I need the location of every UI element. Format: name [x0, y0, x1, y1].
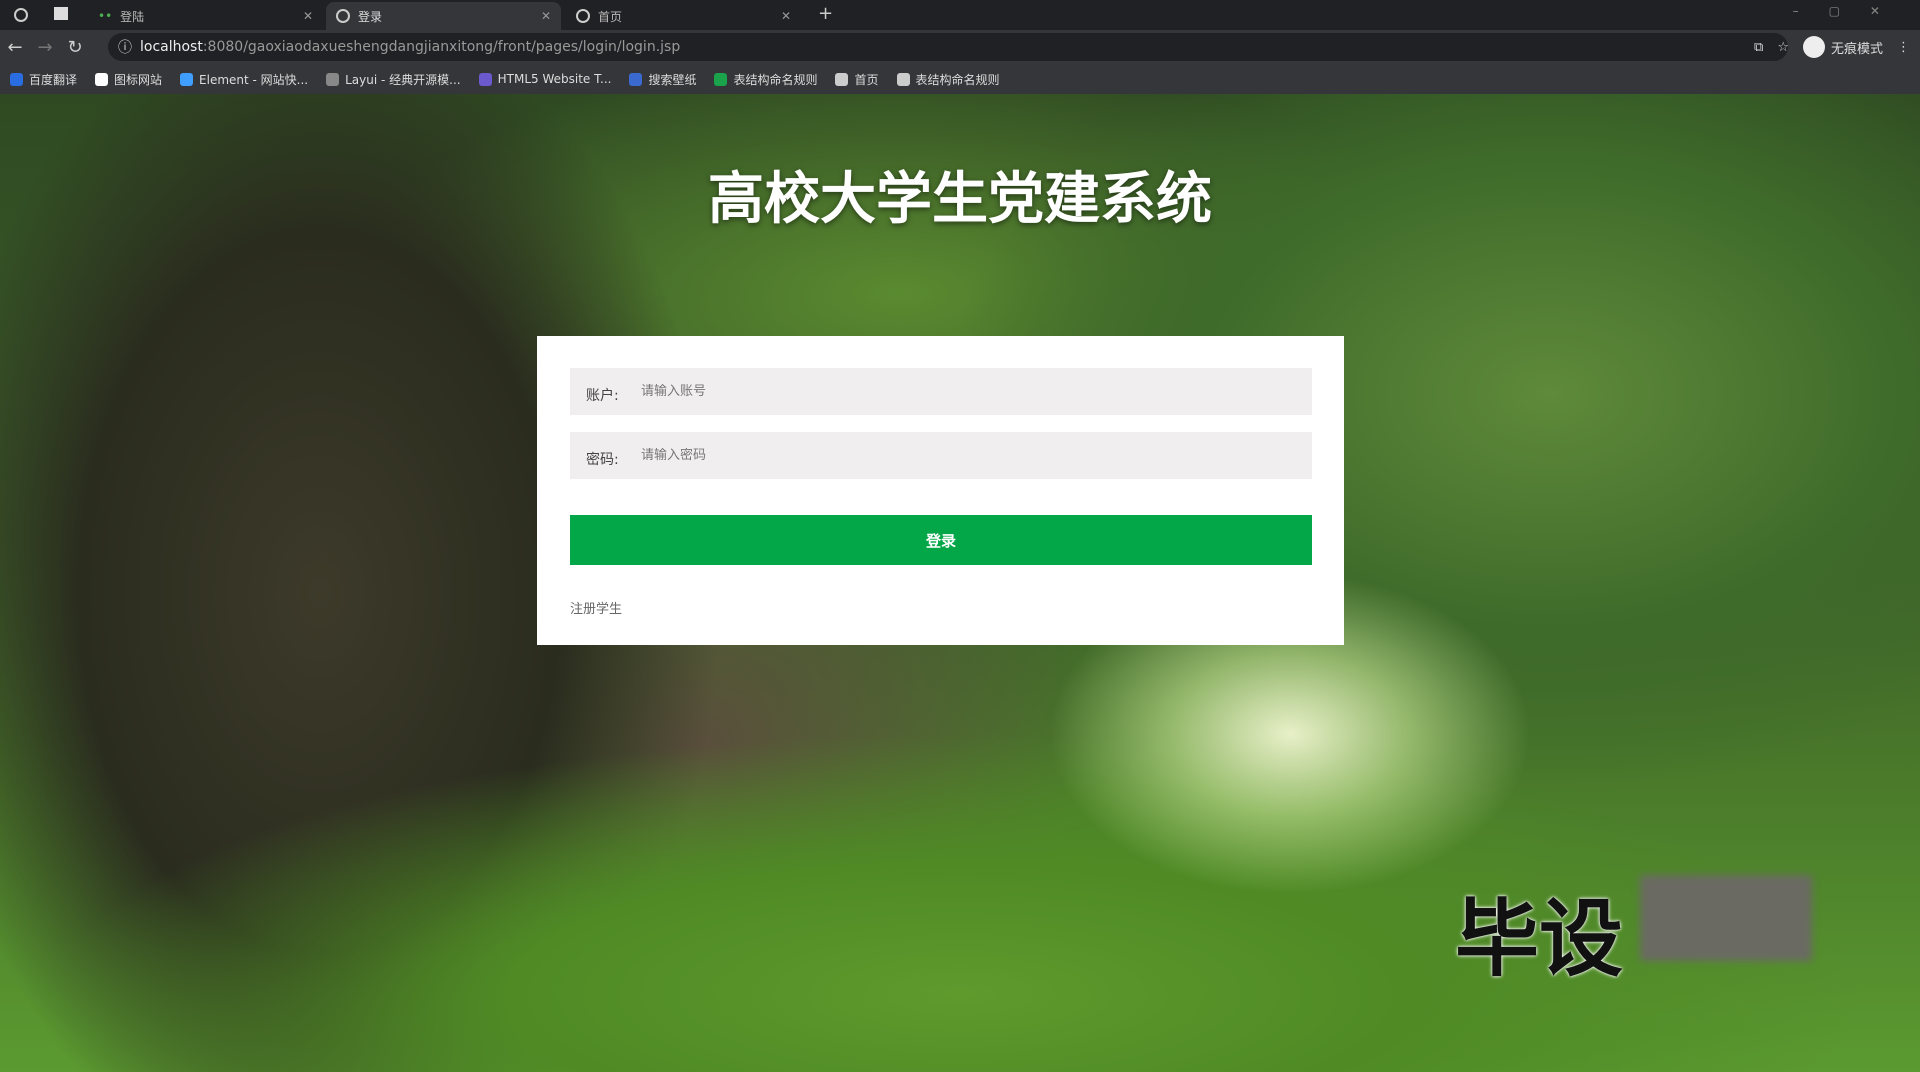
bookmark-label: 首页: [854, 72, 879, 87]
bookmark-icon: [95, 72, 109, 86]
bookmark-item[interactable]: 图标网站: [95, 71, 162, 88]
bookmark-item[interactable]: Layui - 经典开源模...: [326, 71, 461, 88]
bookmark-label: 百度翻译: [29, 72, 78, 87]
forward-icon[interactable]: →: [30, 37, 60, 58]
blurred-watermark: [1640, 875, 1812, 961]
account-input[interactable]: [641, 384, 1312, 399]
dots-icon: ••: [98, 9, 113, 23]
url-input[interactable]: ⓘ localhost:8080/gaoxiaodaxueshengdangji…: [108, 33, 1788, 61]
bookmark-icon: [326, 72, 340, 86]
password-input[interactable]: [641, 448, 1312, 463]
window-controls[interactable]: –▢✕: [1793, 4, 1910, 18]
tab-login-1[interactable]: •• 登陆 ✕: [88, 2, 323, 30]
close-tab-icon[interactable]: ✕: [303, 9, 313, 23]
menu-icon[interactable]: ⋮: [1897, 40, 1910, 55]
bookmark-icon: [478, 72, 492, 86]
bookmark-item[interactable]: Element - 网站快...: [180, 71, 308, 88]
bookmark-label: 图标网站: [114, 72, 163, 87]
bookmark-item[interactable]: 百度翻译: [10, 71, 77, 88]
bookmark-icon: [835, 72, 849, 86]
bookmark-icon: [180, 72, 194, 86]
globe-icon: [14, 8, 28, 22]
login-button[interactable]: 登录: [570, 515, 1312, 565]
translate-icon[interactable]: ⧉: [1754, 40, 1763, 55]
account-label: 账户:: [586, 387, 619, 404]
bookmark-label: 搜索壁纸: [648, 72, 697, 87]
close-tab-icon[interactable]: ✕: [781, 9, 791, 23]
register-student-link[interactable]: 注册学生: [570, 598, 622, 617]
globe-icon: [336, 9, 350, 23]
login-page: 高校大学生党建系统 账户: 密码: 登录 注册学生 毕设: [0, 94, 1920, 1072]
tab-home[interactable]: 首页 ✕: [566, 2, 801, 30]
password-field: 密码:: [570, 432, 1312, 479]
bookmarks-bar: 百度翻译 图标网站 Element - 网站快... Layui - 经典开源模...…: [0, 64, 1920, 94]
address-bar-row: ← → ↻ ⓘ localhost:8080/gaoxiaodaxuesheng…: [0, 30, 1920, 64]
bookmark-label: Element - 网站快...: [199, 72, 309, 87]
incognito-avatar[interactable]: [1802, 36, 1825, 58]
bookmark-label: 表结构命名规则: [733, 72, 818, 87]
page-title: 高校大学生党建系统: [708, 167, 1212, 232]
watermark: 毕设: [1455, 890, 1624, 988]
back-icon[interactable]: ←: [0, 37, 30, 58]
bookmark-item[interactable]: 搜索壁纸: [629, 71, 696, 88]
bookmark-item[interactable]: HTML5 Website T...: [478, 72, 612, 86]
bookmark-icon: [10, 72, 23, 86]
bookmark-item[interactable]: 表结构命名规则: [714, 71, 817, 88]
bookmark-item[interactable]: 表结构命名规则: [896, 71, 1000, 88]
tab-strip: •• 登陆 ✕ 登录 ✕ 首页 ✕ + –▢✕: [0, 0, 1920, 30]
profile-label[interactable]: 无痕模式: [1831, 38, 1883, 57]
globe-icon: [576, 9, 590, 23]
tab-login-2[interactable]: 登录 ✕: [326, 2, 561, 30]
bookmark-icon: [714, 72, 728, 86]
reload-icon[interactable]: ↻: [60, 37, 90, 58]
bookmark-label: 表结构命名规则: [915, 72, 1000, 87]
star-icon[interactable]: ☆: [1777, 40, 1789, 55]
bookmark-label: HTML5 Website T...: [497, 72, 612, 86]
account-field: 账户:: [570, 368, 1312, 415]
password-label: 密码:: [586, 451, 619, 468]
info-icon: ⓘ: [118, 40, 132, 56]
login-card: 账户: 密码: 登录 注册学生: [537, 336, 1344, 645]
bookmark-label: Layui - 经典开源模...: [345, 72, 461, 87]
bookmark-icon: [896, 72, 910, 86]
new-tab-button[interactable]: +: [818, 3, 833, 24]
close-tab-icon[interactable]: ✕: [541, 9, 551, 23]
bookmark-icon: [629, 72, 643, 86]
bookmark-item[interactable]: 首页: [835, 71, 879, 88]
window-icon: [54, 7, 68, 20]
